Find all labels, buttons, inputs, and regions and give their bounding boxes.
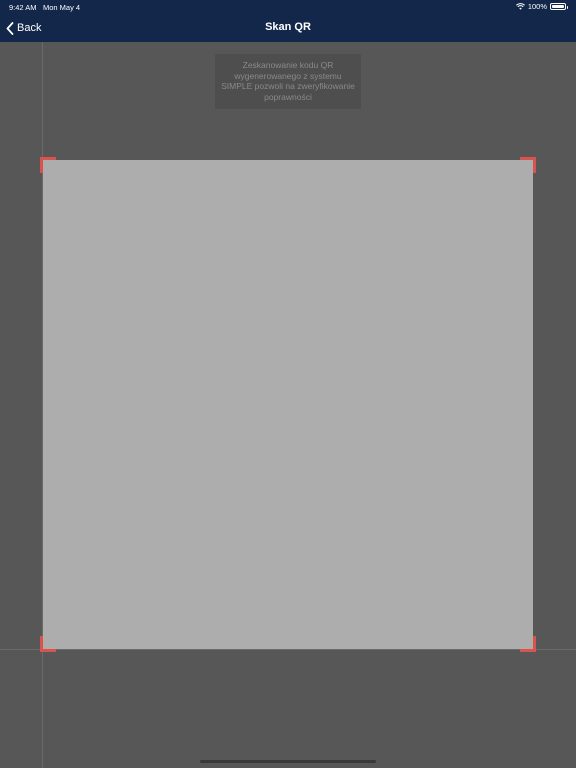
status-right: 100%	[515, 2, 568, 11]
status-time: 9:42 AM	[9, 3, 37, 12]
scan-corner-top-left	[40, 157, 56, 173]
scan-hint: Zeskanowanie kodu QR wygenerowanego z sy…	[215, 54, 361, 109]
home-indicator[interactable]	[200, 760, 376, 763]
scan-corner-bottom-right	[520, 636, 536, 652]
top-bar: 9:42 AM Mon May 4 100% Back Skan QR	[0, 0, 576, 42]
guide-line-horizontal	[0, 649, 576, 650]
battery-percent: 100%	[527, 2, 547, 11]
wifi-icon	[515, 3, 525, 10]
battery-icon	[550, 3, 568, 10]
scan-viewfinder	[43, 160, 533, 649]
status-bar: 9:42 AM Mon May 4 100%	[0, 0, 576, 14]
status-date: Mon May 4	[43, 3, 81, 12]
scan-corner-bottom-left	[40, 636, 56, 652]
navigation-bar: Back Skan QR	[0, 14, 576, 42]
page-title: Skan QR	[265, 21, 311, 33]
scan-corner-top-right	[520, 157, 536, 173]
